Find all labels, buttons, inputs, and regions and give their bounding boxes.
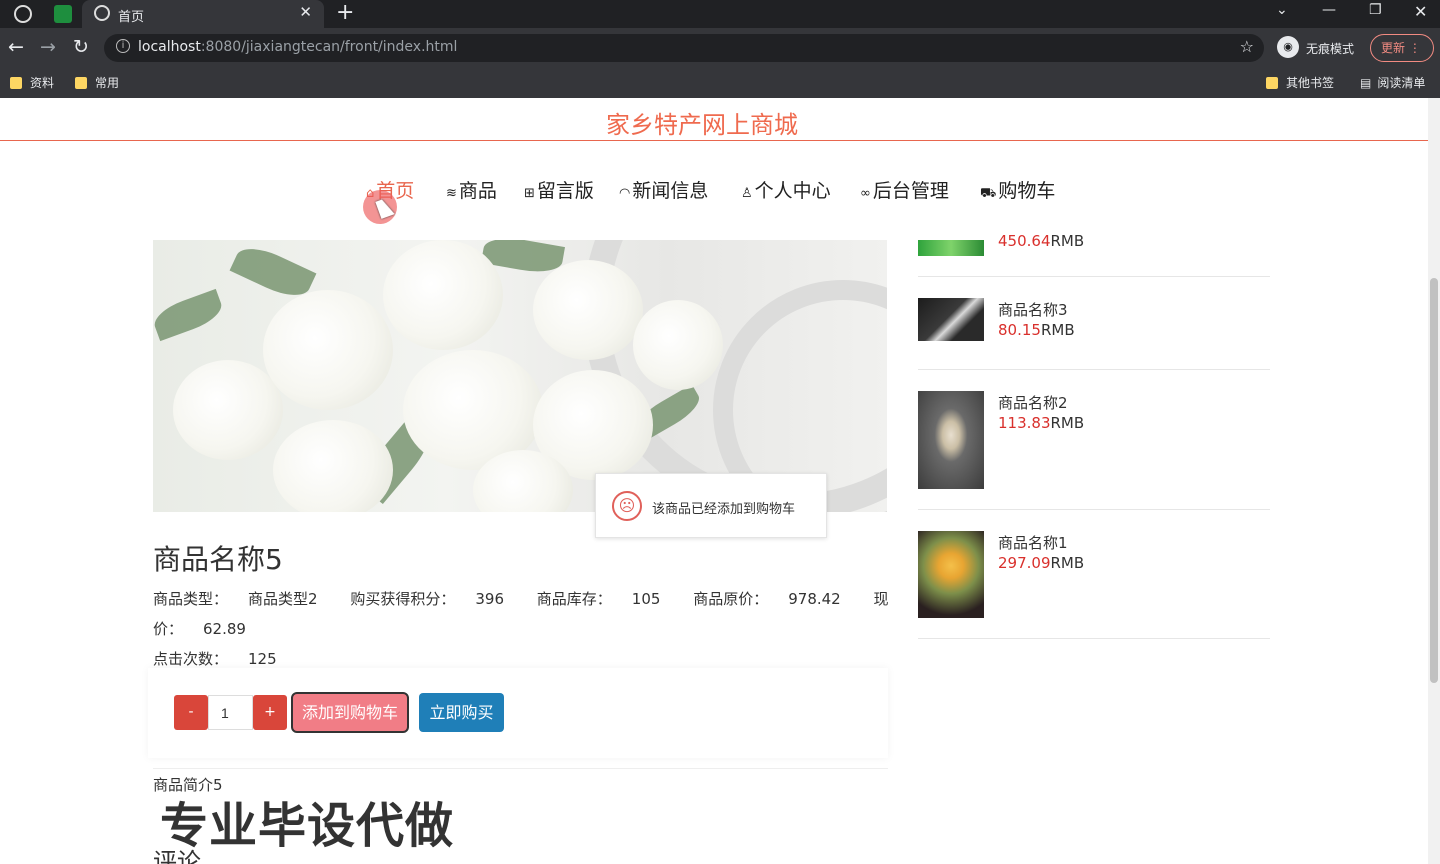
cart-icon: ⛟ <box>980 186 997 201</box>
image-decor <box>153 288 227 342</box>
site-title: 家乡特产网上商城 <box>606 111 798 139</box>
comments-heading: 评论 <box>153 848 201 864</box>
side-product-item[interactable]: 450.64RMB <box>918 232 1270 277</box>
side-product-item[interactable]: 商品名称3 80.15RMB <box>918 296 1270 370</box>
nav-products[interactable]: ≋ 商品 <box>446 176 497 203</box>
divider <box>153 768 888 769</box>
tab-close-icon[interactable]: ✕ <box>299 3 312 21</box>
nav-news[interactable]: ◠ 新闻信息 <box>619 176 708 203</box>
image-decor <box>383 240 503 350</box>
side-product-name: 商品名称2 <box>998 394 1068 412</box>
tab-home[interactable]: 首页 ✕ <box>82 0 324 28</box>
purchase-panel: - + 添加到购物车 立即购买 <box>148 668 888 758</box>
gift-icon: ⊞ <box>524 186 535 201</box>
add-to-cart-button[interactable]: 添加到购物车 <box>291 692 409 733</box>
incognito-icon[interactable]: ◉ <box>1277 36 1299 58</box>
product-type-value: 商品类型2 <box>248 590 318 608</box>
link-icon: ∞ <box>860 186 871 201</box>
reload-icon[interactable]: ↻ <box>73 36 89 58</box>
product-price-value: 62.89 <box>203 620 246 638</box>
reading-list[interactable]: ▤ 阅读清单 <box>1360 74 1425 91</box>
image-decor <box>633 300 723 390</box>
new-tab-icon[interactable]: + <box>336 0 354 25</box>
buy-now-button[interactable]: 立即购买 <box>419 693 504 732</box>
product-thumbnail <box>918 240 984 256</box>
side-product-price: 113.83RMB <box>998 414 1085 432</box>
product-title: 商品名称5 <box>153 543 283 576</box>
forward-icon[interactable]: → <box>40 36 56 58</box>
product-image <box>153 240 887 512</box>
product-points-value: 396 <box>475 590 504 608</box>
toast-message: 该商品已经添加到购物车 <box>652 502 796 517</box>
nav-profile[interactable]: ♙ 个人中心 <box>741 176 831 203</box>
address-bar: ← → ↻ i localhost:8080/jiaxiangtecan/fro… <box>0 28 1440 68</box>
close-window-icon[interactable]: ✕ <box>1414 2 1427 21</box>
main-nav: ⌂首页 ≋商品 ⊞留言版 ◠新闻信息 ♙个人中心 ∞后台管理 ⛟购物车 <box>0 176 1428 206</box>
side-product-name: 商品名称1 <box>998 534 1068 552</box>
toast-notification: ☹ 该商品已经添加到购物车 <box>595 473 827 538</box>
page-scrollbar[interactable] <box>1428 98 1440 864</box>
tab-title: 首页 <box>118 10 145 25</box>
page-content: 家乡特产网上商城 ⌂首页 ≋商品 ⊞留言版 ◠新闻信息 ♙个人中心 ∞后台管理 … <box>0 98 1428 864</box>
side-product-price: 80.15RMB <box>998 321 1075 339</box>
reading-list-icon: ▤ <box>1360 76 1372 90</box>
product-stock-value: 105 <box>631 590 661 608</box>
bookmark-folder-other[interactable]: 其他书签 <box>1266 74 1334 91</box>
back-icon[interactable]: ← <box>8 36 24 58</box>
restore-icon[interactable]: ❐ <box>1369 2 1382 18</box>
url-field[interactable]: i localhost:8080/jiaxiangtecan/front/ind… <box>104 34 1264 62</box>
scrollbar-thumb[interactable] <box>1430 278 1438 683</box>
product-thumbnail <box>918 531 984 618</box>
side-product-name: 商品名称3 <box>998 301 1068 319</box>
product-thumbnail <box>918 391 984 489</box>
nav-admin[interactable]: ∞ 后台管理 <box>860 176 949 203</box>
quantity-input[interactable] <box>208 695 253 730</box>
update-button[interactable]: 更新 ⋮ <box>1370 34 1434 62</box>
browser-tab-bar: 首页 ✕ + ⌄ — ❐ ✕ <box>0 0 1440 28</box>
tab-globe-icon <box>94 5 110 21</box>
site-info-icon[interactable]: i <box>116 39 130 53</box>
side-product-item[interactable]: 商品名称2 113.83RMB <box>918 389 1270 510</box>
bookmarks-bar: 资料 常用 其他书签 ▤ 阅读清单 <box>0 68 1440 98</box>
tab-search-chevron-icon[interactable]: ⌄ <box>1276 2 1288 18</box>
folder-icon <box>1266 77 1278 89</box>
url-text[interactable]: localhost:8080/jiaxiangtecan/front/index… <box>138 39 457 55</box>
user-icon: ♙ <box>741 186 753 201</box>
incognito-label: 无痕模式 <box>1306 42 1355 56</box>
quantity-increase-button[interactable]: + <box>253 695 287 730</box>
side-product-item[interactable]: 商品名称1 297.09RMB <box>918 529 1270 639</box>
sheets-app-icon[interactable] <box>54 5 72 23</box>
product-meta: 商品类型： 商品类型2 购买获得积分： 396 商品库存： 105 商品原价： 978.… <box>153 590 889 668</box>
nav-messages[interactable]: ⊞ 留言版 <box>524 176 594 203</box>
product-thumbnail <box>918 298 984 341</box>
image-decor <box>273 420 393 512</box>
product-orig-price-value: 978.42 <box>788 590 841 608</box>
quantity-decrease-button[interactable]: - <box>174 695 208 730</box>
gauge-icon: ◠ <box>619 186 631 201</box>
folder-icon <box>10 77 22 89</box>
bookmark-folder-common[interactable]: 常用 <box>75 74 119 91</box>
nav-cart[interactable]: ⛟ 购物车 <box>980 176 1055 203</box>
image-decor <box>263 290 393 410</box>
watermark-text: 专业毕设代做 <box>160 798 455 854</box>
folder-icon <box>75 77 87 89</box>
product-clicks-value: 125 <box>248 650 277 668</box>
image-decor <box>533 260 643 360</box>
minimize-icon[interactable]: — <box>1322 2 1336 18</box>
side-product-price: 450.64RMB <box>998 232 1085 250</box>
layers-icon: ≋ <box>446 186 457 201</box>
image-decor <box>173 360 283 460</box>
site-header: 家乡特产网上商城 <box>0 98 1428 141</box>
browser-globe-icon[interactable] <box>14 5 32 23</box>
side-product-price: 297.09RMB <box>998 554 1085 572</box>
sad-face-icon: ☹ <box>612 491 642 521</box>
bookmark-folder-materials[interactable]: 资料 <box>10 74 54 91</box>
bookmark-star-icon[interactable]: ☆ <box>1240 37 1254 56</box>
